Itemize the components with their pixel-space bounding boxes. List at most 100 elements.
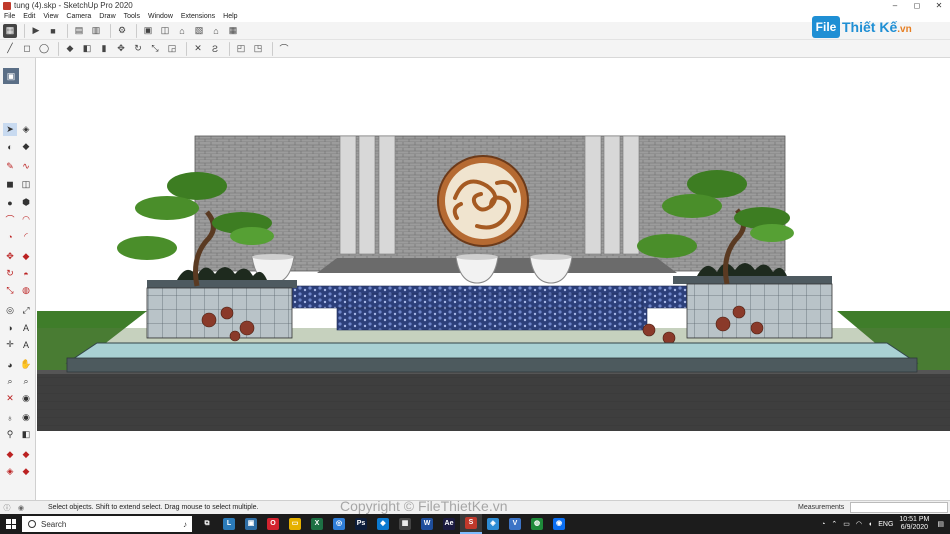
rect-side-icon[interactable]: ◼	[3, 178, 17, 191]
freehand-icon[interactable]: ∿	[19, 160, 33, 173]
stop-icon[interactable]: ■	[46, 24, 60, 38]
text-icon[interactable]: A	[19, 321, 33, 334]
components-icon[interactable]: ▣	[141, 24, 155, 38]
protractor-icon[interactable]: ◑	[3, 321, 17, 334]
orbit-icon[interactable]: ◕	[3, 358, 17, 371]
store-taskbar-button[interactable]: ◆	[372, 514, 394, 534]
sandbox-icon[interactable]: ⌒	[277, 42, 291, 56]
pan-icon[interactable]: ✋	[19, 358, 33, 371]
zoom-window-icon[interactable]: ⌕	[19, 375, 33, 388]
calculator-taskbar-button[interactable]: ▦	[394, 514, 416, 534]
rotate-side-icon[interactable]: ↻	[3, 267, 17, 280]
scene-update-icon[interactable]: ▥	[89, 24, 103, 38]
scene-icon[interactable]: ▤	[72, 24, 86, 38]
arc-icon[interactable]: ⌒	[3, 213, 17, 226]
after-effects-taskbar-button[interactable]: Ae	[438, 514, 460, 534]
wifi-icon[interactable]: ◠	[856, 520, 862, 528]
move-icon[interactable]: ✥	[114, 42, 128, 56]
language-indicator[interactable]: ENG	[878, 521, 893, 528]
3d-scene[interactable]	[37, 58, 950, 500]
share-side-icon[interactable]: ◆	[19, 448, 33, 461]
make-component-icon[interactable]: ◈	[19, 123, 33, 136]
play-icon[interactable]: ▶	[29, 24, 43, 38]
menu-camera[interactable]: Camera	[62, 13, 95, 20]
photos-taskbar-button[interactable]: ▣	[240, 514, 262, 534]
dimension-icon[interactable]: ⤢	[19, 304, 33, 317]
rectangle-icon[interactable]: ◻	[20, 42, 34, 56]
tape-measure-icon[interactable]: ✕	[191, 42, 205, 56]
menu-tools[interactable]: Tools	[120, 13, 144, 20]
menu-help[interactable]: Help	[219, 13, 241, 20]
close-button[interactable]: ✕	[928, 0, 950, 11]
offset-icon[interactable]: ◲	[165, 42, 179, 56]
rotate-icon[interactable]: ↻	[131, 42, 145, 56]
circle-side-icon[interactable]: ●	[3, 196, 17, 209]
start-button[interactable]	[0, 514, 22, 534]
sketchup-taskbar-button[interactable]: S	[460, 514, 482, 534]
home-icon[interactable]: ⌂	[175, 24, 189, 38]
gear-icon[interactable]: ⚙	[115, 24, 129, 38]
3d-text-icon[interactable]: A	[19, 338, 33, 351]
warehouse-side-icon[interactable]: ◆	[3, 448, 17, 461]
styles-icon[interactable]: ▣	[3, 68, 19, 84]
share-model-icon[interactable]: ▦	[226, 24, 240, 38]
extension-side-icon[interactable]: ◈	[3, 465, 17, 478]
follow-me-icon[interactable]: Ƨ	[208, 42, 222, 56]
measurements-input[interactable]	[850, 502, 948, 513]
ruby-icon[interactable]: ◆	[19, 465, 33, 478]
menu-edit[interactable]: Edit	[19, 13, 39, 20]
zoom-extents-icon[interactable]: ✕	[3, 392, 17, 405]
minimize-button[interactable]: –	[884, 0, 906, 11]
position-camera-icon[interactable]: ♁	[3, 411, 17, 424]
section-plane-icon[interactable]: ◰	[234, 42, 248, 56]
polygon-icon[interactable]: ⬢	[19, 196, 33, 209]
section-fill-icon[interactable]: ◳	[251, 42, 265, 56]
geolocation-icon[interactable]: ◉	[14, 504, 28, 512]
sketchup-layout-taskbar-button[interactable]: L	[218, 514, 240, 534]
excel-taskbar-button[interactable]: X	[306, 514, 328, 534]
section-side-icon[interactable]: ◧	[19, 428, 33, 441]
pencil-icon[interactable]: ✎	[3, 160, 17, 173]
offset-side-icon[interactable]: ◍	[19, 284, 33, 297]
look-around-icon[interactable]: ◉	[19, 411, 33, 424]
menu-window[interactable]: Window	[144, 13, 177, 20]
opera-taskbar-button[interactable]: O	[262, 514, 284, 534]
taskbar-search[interactable]: Search ♪	[22, 516, 192, 532]
info-icon[interactable]: ⓘ	[0, 503, 14, 513]
clock[interactable]: 10:51 PM 6/9/2020	[899, 516, 929, 532]
previous-view-icon[interactable]: ◉	[19, 392, 33, 405]
notification-chevron-icon[interactable]: ⌃	[831, 520, 837, 528]
model-info-icon[interactable]: ▦	[3, 23, 17, 38]
chrome-taskbar-button[interactable]: ◎	[328, 514, 350, 534]
axes-icon[interactable]: ✛	[3, 338, 17, 351]
push-pull-icon[interactable]: ▮	[97, 42, 111, 56]
walk-icon[interactable]: ⚲	[3, 428, 17, 441]
paint-icon[interactable]: ◐	[3, 140, 17, 153]
circle-icon[interactable]: ◯	[37, 42, 51, 56]
arc3-icon[interactable]: ◜	[19, 230, 33, 243]
menu-file[interactable]: File	[0, 13, 19, 20]
menu-draw[interactable]: Draw	[95, 13, 119, 20]
action-center-icon[interactable]: ▤	[937, 520, 944, 528]
pie-icon[interactable]: ◔	[3, 230, 17, 243]
tape-side-icon[interactable]: ◎	[3, 304, 17, 317]
menu-extensions[interactable]: Extensions	[177, 13, 219, 20]
green-app-taskbar-button[interactable]: ◍	[526, 514, 548, 534]
task-view-taskbar-button[interactable]: ⧉	[196, 514, 218, 534]
scale-side-icon[interactable]: ⤡	[3, 284, 17, 297]
maximize-button[interactable]: ◻	[906, 0, 928, 11]
microphone-icon[interactable]: ♪	[183, 520, 187, 529]
people-icon[interactable]: ◔	[821, 521, 825, 528]
model-viewport[interactable]	[37, 58, 950, 500]
volume-icon[interactable]: ◖	[868, 521, 872, 528]
maps-taskbar-button[interactable]: ◈	[482, 514, 504, 534]
warehouse-icon[interactable]: ◫	[158, 24, 172, 38]
layout-icon[interactable]: ⌂	[209, 24, 223, 38]
zoom-icon[interactable]: ⌕	[3, 375, 17, 388]
line-icon[interactable]: ╱	[3, 42, 17, 56]
rotated-rect-icon[interactable]: ◫	[19, 178, 33, 191]
file-explorer-taskbar-button[interactable]: ▭	[284, 514, 306, 534]
paint-bucket-icon[interactable]: ◧	[80, 42, 94, 56]
battery-icon[interactable]: ▭	[843, 520, 850, 528]
extension-warehouse-icon[interactable]: ▧	[192, 24, 206, 38]
